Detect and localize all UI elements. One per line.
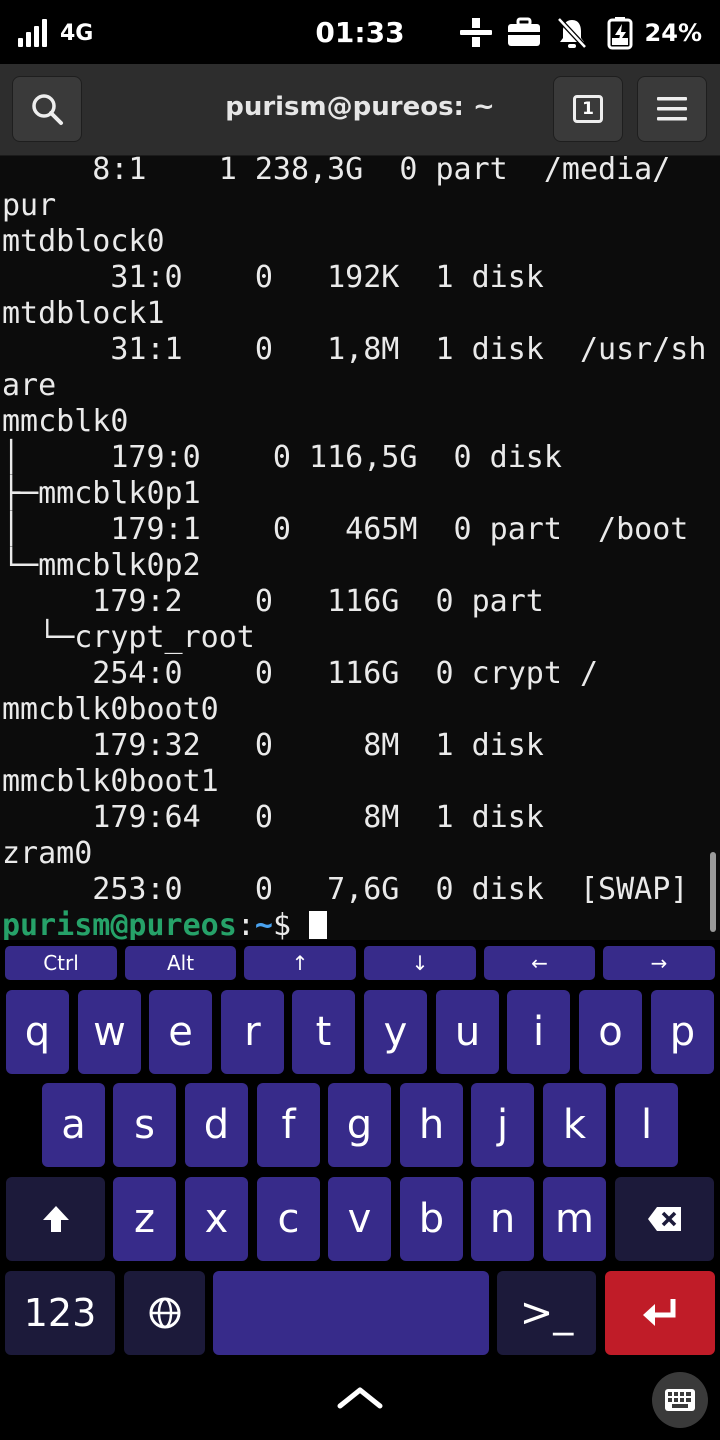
key-h[interactable]: h bbox=[400, 1083, 463, 1167]
key-u[interactable]: u bbox=[436, 990, 499, 1074]
search-button[interactable] bbox=[12, 76, 82, 142]
key-e[interactable]: e bbox=[149, 990, 212, 1074]
key-d[interactable]: d bbox=[185, 1083, 248, 1167]
terminal-line: mtdblock0 bbox=[2, 224, 165, 259]
menu-button[interactable] bbox=[637, 76, 707, 142]
key-a[interactable]: a bbox=[42, 1083, 105, 1167]
terminal-prompt[interactable]: purism@pureos:~$ bbox=[2, 908, 328, 940]
key-f[interactable]: f bbox=[257, 1083, 320, 1167]
terminal-line: mmcblk0boot0 bbox=[2, 692, 219, 727]
backspace-icon bbox=[647, 1207, 681, 1231]
numbers-key[interactable]: 123 bbox=[5, 1271, 115, 1355]
terminal-line: └─crypt_root bbox=[2, 620, 255, 655]
shift-icon bbox=[42, 1206, 69, 1232]
key-t[interactable]: t bbox=[292, 990, 355, 1074]
terminal-scrollbar[interactable] bbox=[710, 852, 716, 932]
key-alt[interactable]: Alt bbox=[125, 946, 236, 980]
keyboard-toggle-button[interactable] bbox=[652, 1372, 708, 1428]
key-m[interactable]: m bbox=[543, 1177, 606, 1261]
tabs-button[interactable]: 1 bbox=[553, 76, 623, 142]
menu-icon bbox=[657, 97, 687, 121]
text-cursor bbox=[309, 911, 328, 939]
terminal-line: ├─mmcblk0p1 bbox=[2, 476, 201, 511]
globe-icon bbox=[149, 1297, 180, 1329]
key-p[interactable]: p bbox=[651, 990, 714, 1074]
backspace-key[interactable] bbox=[615, 1177, 714, 1261]
search-icon bbox=[32, 94, 63, 125]
key-b[interactable]: b bbox=[400, 1177, 463, 1261]
terminal-line: 8:1 1 238,3G 0 part /media/ bbox=[2, 156, 671, 187]
bell-off-icon bbox=[556, 17, 587, 49]
terminal-header: purism@pureos: ~ 1 bbox=[0, 64, 720, 156]
key-arrow-down[interactable]: ↓ bbox=[364, 946, 476, 980]
tabs-icon: 1 bbox=[573, 95, 603, 123]
key-v[interactable]: v bbox=[328, 1177, 391, 1261]
key-arrow-right[interactable]: → bbox=[603, 946, 715, 980]
key-l[interactable]: l bbox=[615, 1083, 678, 1167]
terminal-line: pur bbox=[2, 188, 57, 223]
chevron-up-icon[interactable] bbox=[335, 1382, 385, 1412]
key-j[interactable]: j bbox=[471, 1083, 534, 1167]
terminal-key[interactable]: >_ bbox=[497, 1271, 596, 1355]
ethernet-icon bbox=[459, 18, 492, 47]
key-x[interactable]: x bbox=[185, 1177, 248, 1261]
key-o[interactable]: o bbox=[579, 990, 642, 1074]
terminal-line: mmcblk0boot1 bbox=[2, 764, 219, 799]
briefcase-icon bbox=[507, 17, 540, 46]
window-title: purism@pureos: ~ bbox=[225, 92, 495, 122]
language-key[interactable] bbox=[124, 1271, 205, 1355]
terminal-line: zram0 bbox=[2, 836, 93, 871]
key-i[interactable]: i bbox=[507, 990, 570, 1074]
terminal-line: 254:0 0 116G 0 crypt / bbox=[2, 656, 599, 691]
space-key[interactable] bbox=[213, 1271, 489, 1355]
terminal-line: 179:2 0 116G 0 part bbox=[2, 584, 544, 619]
terminal-line: 253:0 0 7,6G 0 disk [SWAP] bbox=[2, 872, 689, 907]
key-n[interactable]: n bbox=[471, 1177, 534, 1261]
prompt-symbol: $ bbox=[272, 908, 310, 940]
terminal-line: │ 179:0 0 116,5G 0 disk bbox=[2, 440, 562, 475]
terminal-output[interactable]: 8:1 1 238,3G 0 part /media/ pur mtdblock… bbox=[0, 156, 720, 940]
terminal-line: 179:64 0 8M 1 disk bbox=[2, 800, 544, 835]
key-ctrl[interactable]: Ctrl bbox=[5, 946, 117, 980]
prompt-user: purism@pureos bbox=[2, 908, 237, 940]
prompt-path: ~ bbox=[254, 908, 273, 940]
key-r[interactable]: r bbox=[221, 990, 284, 1074]
key-arrow-left[interactable]: ← bbox=[484, 946, 595, 980]
terminal-line: mmcblk0 bbox=[2, 404, 129, 439]
terminal-line: mtdblock1 bbox=[2, 296, 165, 331]
key-g[interactable]: g bbox=[328, 1083, 391, 1167]
terminal-line: are bbox=[2, 368, 57, 403]
battery-percent: 24% bbox=[644, 19, 702, 47]
terminal-line: └─mmcblk0p2 bbox=[2, 548, 201, 583]
key-w[interactable]: w bbox=[78, 990, 141, 1074]
terminal-line: 179:32 0 8M 1 disk bbox=[2, 728, 544, 763]
key-arrow-up[interactable]: ↑ bbox=[244, 946, 356, 980]
terminal-line: 31:0 0 192K 1 disk bbox=[2, 260, 544, 295]
keyboard-icon bbox=[665, 1389, 695, 1411]
enter-key[interactable] bbox=[605, 1271, 715, 1355]
terminal-line: 31:1 0 1,8M 1 disk /usr/sh bbox=[2, 332, 707, 367]
shift-key[interactable] bbox=[6, 1177, 105, 1261]
battery-charging-icon bbox=[607, 17, 633, 50]
prompt-separator: : bbox=[236, 908, 255, 940]
key-q[interactable]: q bbox=[6, 990, 69, 1074]
key-c[interactable]: c bbox=[257, 1177, 320, 1261]
key-z[interactable]: z bbox=[113, 1177, 176, 1261]
status-right: 24% bbox=[445, 14, 702, 52]
key-k[interactable]: k bbox=[543, 1083, 606, 1167]
key-y[interactable]: y bbox=[364, 990, 427, 1074]
status-bar: 4G 01:33 24% bbox=[0, 0, 720, 64]
key-s[interactable]: s bbox=[113, 1083, 176, 1167]
terminal-line: │ 179:1 0 465M 0 part /boot bbox=[2, 512, 689, 547]
enter-icon bbox=[643, 1299, 676, 1326]
